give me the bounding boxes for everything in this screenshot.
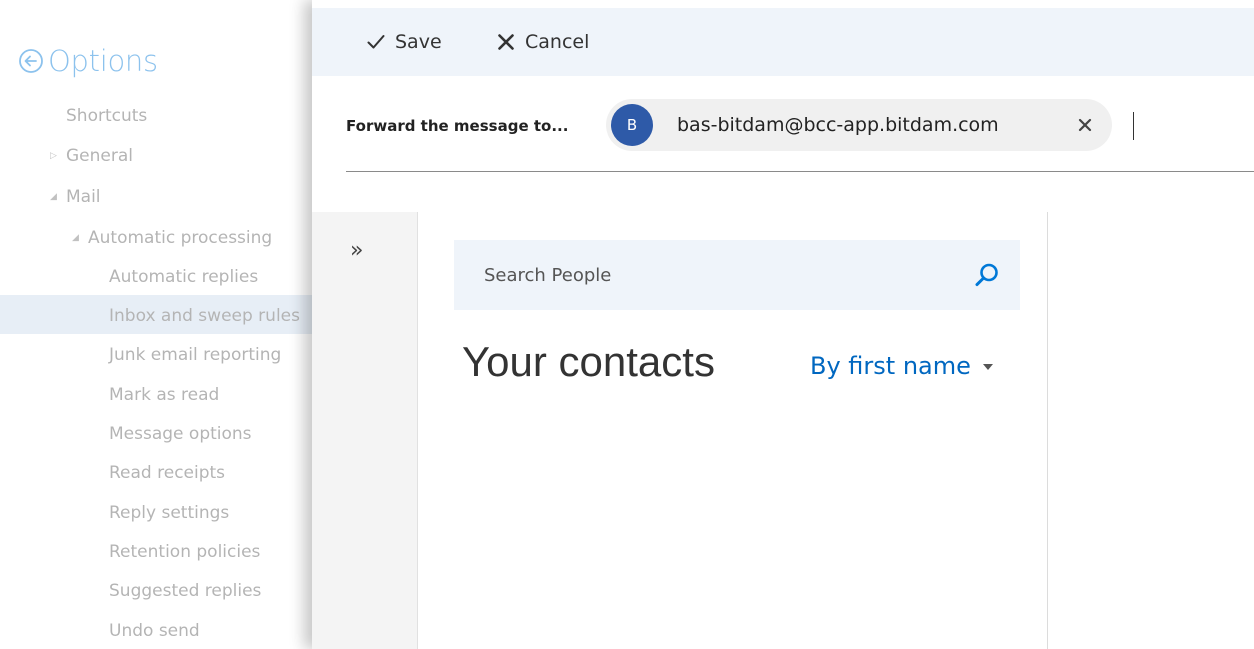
recipient-field-underline — [346, 171, 1254, 172]
save-label: Save — [395, 31, 442, 53]
nav-item-message-options[interactable]: Message options — [109, 424, 252, 444]
cancel-label: Cancel — [525, 31, 590, 53]
nav-item-label: Read receipts — [109, 463, 226, 483]
avatar: B — [611, 104, 653, 146]
nav-item-label: General — [66, 146, 133, 166]
close-icon — [498, 34, 514, 50]
collapsed-triangle-icon: ▷ — [50, 151, 57, 161]
nav-item-label: Automatic processing — [88, 228, 273, 248]
recipient-email: bas-bitdam@bcc-app.bitdam.com — [677, 114, 999, 136]
toolbar: Save Cancel — [312, 8, 1254, 76]
forward-label: Forward the message to... — [346, 117, 569, 135]
search-people-box — [454, 240, 1020, 310]
cancel-button[interactable]: Cancel — [497, 8, 589, 76]
nav-item-reply-settings[interactable]: Reply settings — [109, 503, 229, 523]
options-title: Options — [48, 44, 158, 78]
people-picker-collapse-strip: » — [312, 212, 418, 649]
people-picker: Your contacts By first name — [418, 212, 1048, 649]
options-back-button[interactable]: Options — [18, 44, 158, 78]
nav-item-undo-send[interactable]: Undo send — [109, 621, 200, 641]
nav-item-automatic-replies[interactable]: Automatic replies — [109, 267, 258, 287]
nav-item-label: Inbox and sweep rules — [109, 306, 300, 326]
expanded-triangle-icon: ◢ — [72, 233, 79, 243]
nav-item-read-receipts[interactable]: Read receipts — [109, 463, 225, 483]
nav-item-mail[interactable]: ◢ Mail — [50, 187, 101, 207]
checkmark-icon — [367, 35, 385, 49]
nav-item-label: Retention policies — [109, 542, 261, 562]
nav-item-label: Mark as read — [109, 385, 220, 405]
rule-action-panel: Save Cancel Forward the message to... B … — [312, 0, 1254, 649]
search-people-input[interactable] — [484, 264, 964, 286]
sort-dropdown[interactable]: By first name — [810, 352, 993, 380]
save-button[interactable]: Save — [367, 8, 442, 76]
forward-to-row: Forward the message to... B bas-bitdam@b… — [312, 96, 1254, 172]
nav-item-label: Junk email reporting — [109, 345, 282, 365]
contacts-heading: Your contacts — [462, 338, 715, 385]
back-arrow-icon — [19, 49, 43, 73]
nav-item-retention-policies[interactable]: Retention policies — [109, 542, 260, 562]
nav-item-suggested-replies[interactable]: Suggested replies — [109, 581, 261, 601]
search-icon[interactable] — [974, 262, 1000, 288]
nav-item-automatic-processing[interactable]: ◢ Automatic processing — [72, 228, 272, 248]
nav-item-general[interactable]: ▷ General — [50, 146, 133, 166]
recipient-chip[interactable]: B bas-bitdam@bcc-app.bitdam.com — [606, 99, 1112, 151]
nav-item-mark-as-read[interactable]: Mark as read — [109, 385, 219, 405]
nav-item-label: Suggested replies — [109, 581, 262, 601]
nav-item-label: Undo send — [109, 621, 200, 641]
expand-chevrons-icon[interactable]: » — [350, 238, 363, 263]
remove-recipient-icon[interactable] — [1076, 116, 1094, 134]
nav-item-shortcuts[interactable]: Shortcuts — [66, 106, 147, 126]
nav-item-label: Mail — [66, 187, 101, 207]
sort-label: By first name — [810, 352, 971, 380]
nav-item-inbox-and-sweep-rules[interactable]: Inbox and sweep rules — [109, 306, 300, 326]
nav-item-junk-email-reporting[interactable]: Junk email reporting — [109, 345, 281, 365]
nav-item-label: Shortcuts — [66, 106, 148, 126]
nav-item-label: Automatic replies — [109, 267, 259, 287]
options-nav: Options Shortcuts ▷ General ◢ Mail ◢ Aut… — [0, 0, 330, 649]
expanded-triangle-icon: ◢ — [50, 192, 57, 202]
nav-item-label: Message options — [109, 424, 252, 444]
recipient-input-cursor[interactable] — [1133, 112, 1134, 140]
caret-down-icon — [982, 364, 993, 370]
nav-item-label: Reply settings — [109, 503, 230, 523]
